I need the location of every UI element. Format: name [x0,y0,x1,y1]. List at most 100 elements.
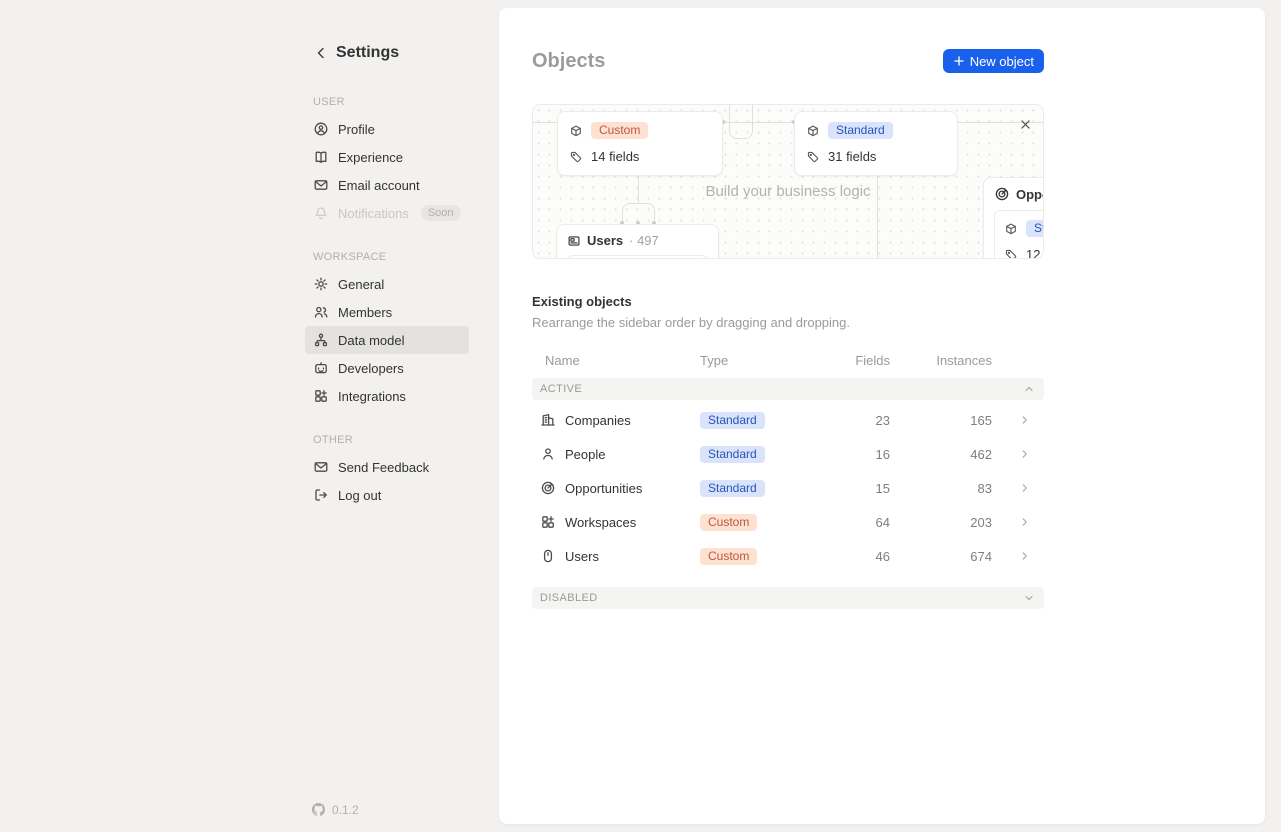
settings-sidebar: Settings USERProfileExperienceEmail acco… [305,44,469,533]
table-row-companies[interactable]: CompaniesStandard23165 [532,403,1044,437]
column-header-name: Name [532,353,700,368]
sidebar-item-general[interactable]: General [305,270,469,298]
type-badge: Standard [700,412,765,429]
connector-loop [729,104,753,139]
logout-icon [313,487,329,503]
chevron-right-icon [1018,447,1032,461]
chevron-up-icon [1022,382,1036,396]
row-chevron[interactable] [992,447,1044,461]
mail-icon [313,177,329,193]
apps-icon [313,388,329,404]
object-name: Users [565,549,599,564]
sidebar-section: OTHER Send Feedback Log out [305,434,469,509]
sidebar-item-label: General [338,277,384,292]
sidebar-item-integrations[interactable]: Integrations [305,382,469,410]
table-section-active[interactable]: ACTIVE [532,378,1044,400]
table-row-people[interactable]: PeopleStandard16462 [532,437,1044,471]
settings-back[interactable]: Settings [305,44,469,62]
sidebar-item-label: Experience [338,150,403,165]
sidebar-item-label: Members [338,305,392,320]
new-object-button[interactable]: New object [943,49,1044,73]
object-name: Opportunities [565,481,642,496]
card-subpanel [567,255,708,259]
building-icon [540,412,556,428]
chevron-down-icon [1022,591,1036,605]
sidebar-item-email-account[interactable]: Email account [305,171,469,199]
banner-close-button[interactable] [1016,115,1034,133]
bell-icon [313,205,329,221]
sidebar-item-label: Send Feedback [338,460,429,475]
banner-card-opportunities[interactable]: Opportunities Standard 12 fields [983,177,1044,259]
github-icon[interactable] [311,802,326,817]
sidebar-section-label: OTHER [305,434,469,446]
table-row-workspaces[interactable]: WorkspacesCustom64203 [532,505,1044,539]
object-fields-count: 46 [832,549,890,564]
chevron-left-icon [313,45,329,61]
table-section-label: ACTIVE [540,383,582,395]
sidebar-item-profile[interactable]: Profile [305,115,469,143]
table-row-users[interactable]: Users Custom 46674 [532,539,1044,573]
target-icon [540,480,556,496]
object-instances-count: 674 [890,549,992,564]
object-instances-count: 83 [890,481,992,496]
sidebar-item-data-model[interactable]: Data model [305,326,469,354]
object-instances-count: 462 [890,447,992,462]
cube-icon [1004,222,1018,236]
sidebar-item-label: Integrations [338,389,406,404]
soon-badge: Soon [421,205,461,221]
card-title: Users [587,233,623,248]
object-fields-count: 15 [832,481,890,496]
robot-icon [313,360,329,376]
card-subpanel: Standard 12 fields [994,210,1044,259]
cube-icon [569,124,583,138]
sidebar-item-developers[interactable]: Developers [305,354,469,382]
banner-card-standard[interactable]: Standard 31 fields [794,111,958,176]
object-type-cell: Standard [700,446,832,463]
banner-card-custom[interactable]: Custom 14 fields [557,111,723,176]
sidebar-item-notifications[interactable]: Notifications Soon [305,199,469,227]
object-type-cell: Standard [700,412,832,429]
table-section-label: DISABLED [540,592,598,604]
sidebar-item-members[interactable]: Members [305,298,469,326]
close-icon [1018,117,1033,132]
chevron-right-icon [1018,413,1032,427]
sidebar-item-label: Developers [338,361,404,376]
row-chevron[interactable] [992,515,1044,529]
object-instances-count: 203 [890,515,992,530]
object-type-cell: Standard [700,480,832,497]
object-instances-count: 165 [890,413,992,428]
main-panel: Objects New object Build your business l… [499,8,1265,824]
type-badge: Custom [700,548,757,565]
object-name: People [565,447,605,462]
table-row-opportunities[interactable]: Opportunities Standard1583 [532,471,1044,505]
sidebar-item-log-out[interactable]: Log out [305,481,469,509]
row-chevron[interactable] [992,481,1044,495]
person-icon [540,446,556,462]
sidebar-item-label: Log out [338,488,381,503]
connector-line [877,164,878,259]
connector-line [533,122,557,123]
row-chevron[interactable] [992,413,1044,427]
sidebar-nav: USERProfileExperienceEmail accountNotifi… [305,96,469,509]
table-rows: CompaniesStandard23165PeopleStandard1646… [532,403,1044,573]
object-type-cell: Custom [700,548,832,565]
sidebar-item-label: Notifications [338,206,409,221]
sidebar-item-send-feedback[interactable]: Send Feedback [305,453,469,481]
tag-icon [1004,248,1018,260]
apps-icon [540,514,556,530]
banner-card-users[interactable]: Users · 497 [556,224,719,259]
target-icon [994,186,1010,202]
type-badge: Custom [700,514,757,531]
row-chevron[interactable] [992,549,1044,563]
sidebar-item-experience[interactable]: Experience [305,143,469,171]
members-icon [313,304,329,320]
object-fields-count: 23 [832,413,890,428]
page-title: Objects [532,50,605,73]
object-name-cell: Opportunities [532,480,700,496]
app-version: 0.1.2 [311,802,359,817]
sidebar-item-label: Email account [338,178,420,193]
table-section-disabled[interactable]: DISABLED [532,587,1044,609]
settings-title: Settings [336,44,399,62]
chevron-right-icon [1018,515,1032,529]
fields-count: 31 fields [828,149,876,164]
